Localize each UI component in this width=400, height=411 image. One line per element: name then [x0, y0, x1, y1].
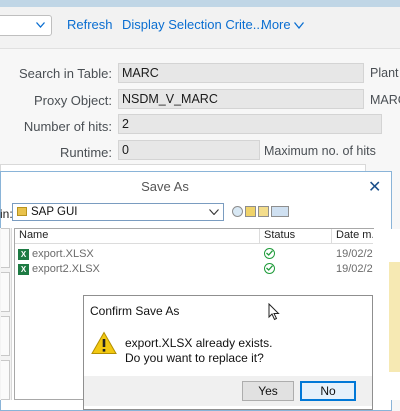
confirm-message-line1: export.XLSX already exists. [125, 336, 273, 350]
excel-file-icon: X [18, 248, 29, 260]
places-item[interactable] [1, 272, 10, 312]
results-panel-edge [0, 164, 366, 171]
marc-label: MARC [370, 93, 400, 107]
more-label: More [261, 17, 291, 32]
refresh-button[interactable]: Refresh [67, 17, 113, 32]
folder-icon [17, 207, 27, 216]
more-menu-button[interactable]: More [261, 17, 304, 32]
places-item[interactable] [1, 360, 10, 400]
number-of-hits-field[interactable]: 2 [118, 114, 382, 134]
back-icon[interactable] [232, 206, 243, 218]
proxy-object-field[interactable]: NSDM_V_MARC [118, 89, 364, 109]
no-button[interactable]: No [300, 381, 356, 401]
file-name: export.XLSX [32, 248, 94, 260]
check-circle-icon [264, 248, 275, 259]
confirm-title: Confirm Save As [90, 304, 180, 318]
file-row[interactable]: Xexport2.XLSX [18, 263, 100, 275]
excel-file-icon: X [18, 263, 29, 275]
save-as-title: Save As [141, 179, 189, 194]
confirm-message-line2: Do you want to replace it? [125, 351, 264, 365]
plant-label: Plant I [370, 66, 400, 80]
up-folder-icon[interactable] [245, 206, 256, 218]
background-highlight [389, 262, 400, 372]
chevron-down-icon [293, 22, 304, 30]
view-menu-icon[interactable] [271, 206, 289, 218]
places-item[interactable] [1, 316, 10, 356]
save-in-label: in: [0, 207, 13, 221]
places-bar [0, 228, 12, 400]
proxy-object-label: Proxy Object: [33, 93, 112, 108]
file-name: export2.XLSX [32, 263, 100, 275]
search-table-field[interactable]: MARC [118, 63, 364, 83]
number-of-hits-label: Number of hits: [23, 119, 112, 134]
runtime-field[interactable]: 0 [118, 140, 260, 160]
display-selection-criteria-button[interactable]: Display Selection Crite... [122, 17, 264, 32]
search-table-label: Search in Table: [19, 66, 112, 81]
chevron-down-icon [209, 209, 219, 215]
warning-icon [91, 331, 117, 354]
variant-dropdown[interactable] [0, 15, 52, 36]
yes-button[interactable]: Yes [242, 381, 294, 401]
column-header-name[interactable]: Name [15, 229, 260, 244]
column-header-date[interactable]: Date m... [332, 229, 374, 244]
runtime-label: Runtime: [59, 145, 112, 160]
folder-name: SAP GUI [31, 206, 78, 218]
new-folder-icon[interactable] [258, 206, 269, 218]
mouse-cursor-icon [268, 303, 280, 321]
column-header-status[interactable]: Status [260, 229, 332, 244]
places-item[interactable] [1, 228, 10, 268]
folder-nav-toolbar [232, 203, 292, 218]
max-hits-label: Maximum no. of hits [264, 144, 376, 158]
check-circle-icon [264, 263, 275, 274]
header-divider [15, 243, 373, 244]
save-in-folder-dropdown[interactable]: SAP GUI [12, 203, 224, 221]
chevron-down-icon [36, 22, 45, 28]
close-icon[interactable]: ✕ [368, 177, 381, 197]
file-row[interactable]: Xexport.XLSX [18, 248, 94, 260]
window-top-strip [0, 0, 400, 7]
